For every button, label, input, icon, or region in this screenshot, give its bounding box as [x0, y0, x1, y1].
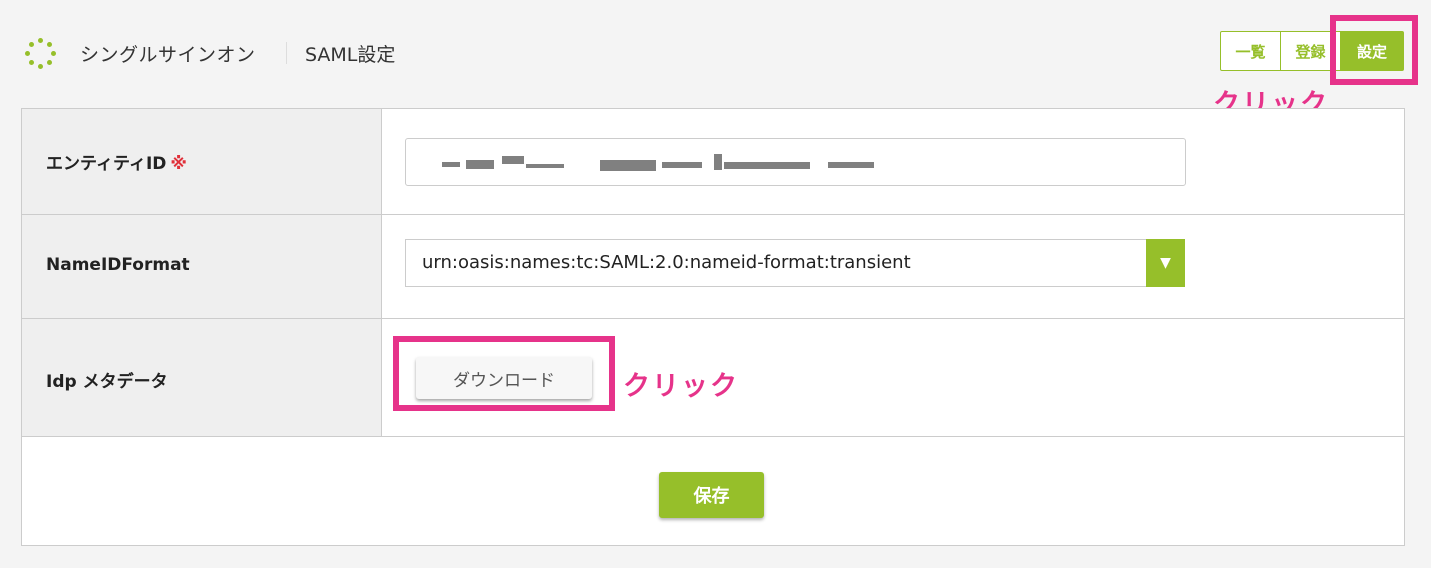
saml-settings-form: エンティティID ※ NameIDFormat urn:oasis:names:…	[21, 108, 1405, 546]
page-subtitle: SAML設定	[305, 44, 396, 66]
name-id-format-selected-value: urn:oasis:names:tc:SAML:2.0:nameid-forma…	[422, 252, 911, 273]
header-divider	[286, 42, 287, 64]
list-button[interactable]: 一覧	[1220, 31, 1281, 71]
name-id-format-select[interactable]: urn:oasis:names:tc:SAML:2.0:nameid-forma…	[405, 239, 1185, 287]
page: シングルサインオン SAML設定 一覧 登録 設定 クリック エンティティID ※	[0, 0, 1431, 568]
dotted-circle-logo-icon	[24, 38, 56, 70]
settings-highlight-box	[1330, 15, 1418, 85]
entity-id-label-cell: エンティティID ※	[22, 109, 382, 214]
save-button[interactable]: 保存	[659, 472, 764, 518]
name-id-format-row: NameIDFormat urn:oasis:names:tc:SAML:2.0…	[22, 215, 1404, 319]
download-highlight-box	[393, 336, 615, 411]
redacted-value	[442, 154, 882, 174]
idp-metadata-label: Idp メタデータ	[46, 372, 168, 392]
entity-id-label-text: エンティティID	[46, 154, 167, 174]
entity-id-label: エンティティID ※	[46, 149, 187, 174]
page-title: シングルサインオン	[80, 44, 256, 66]
name-id-format-label-cell: NameIDFormat	[22, 215, 382, 318]
download-click-annotation: クリック	[623, 371, 739, 402]
name-id-format-label: NameIDFormat	[46, 255, 190, 275]
entity-id-row: エンティティID ※	[22, 109, 1404, 215]
triangle-down-icon[interactable]: ▼	[1146, 239, 1185, 287]
required-mark: ※	[170, 154, 187, 174]
idp-metadata-label-cell: Idp メタデータ	[22, 319, 382, 436]
